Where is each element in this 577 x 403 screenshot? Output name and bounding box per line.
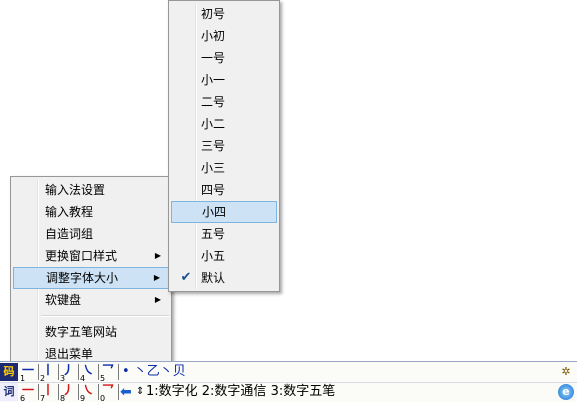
menu-item-ime-settings[interactable]: 输入法设置 bbox=[13, 179, 169, 201]
menu-separator bbox=[41, 315, 169, 317]
menu-item-custom-phrases[interactable]: 自造词组 bbox=[13, 223, 169, 245]
menu-item-label: 三号 bbox=[201, 139, 226, 153]
menu-item-label: 小四 bbox=[202, 205, 227, 219]
ime-stroke-row: 码 一1 丨2 丿3 ㇏ 4 乛5 • 丶乙丶贝 ✲ bbox=[0, 362, 577, 383]
gear-icon[interactable]: ✲ bbox=[558, 364, 574, 380]
stroke-key-2[interactable]: 丨2 bbox=[39, 362, 59, 383]
submenu-arrow-icon: ▶ bbox=[154, 295, 161, 304]
font-size-item-default[interactable]: ✔ 默认 bbox=[171, 267, 277, 289]
menu-item-website[interactable]: 数字五笔网站 bbox=[13, 321, 169, 343]
stroke-key-4[interactable]: ㇏ 4 bbox=[79, 362, 99, 383]
stroke-key-1[interactable]: 一1 bbox=[19, 362, 39, 383]
menu-item-tutorial[interactable]: 输入教程 bbox=[13, 201, 169, 223]
font-size-item[interactable]: 五号 bbox=[171, 223, 277, 245]
menu-item-label: 小三 bbox=[201, 161, 226, 175]
stroke-key-6[interactable]: 一6 bbox=[19, 382, 39, 403]
menu-item-label: 软键盘 bbox=[45, 293, 82, 307]
stroke-sequence-text: • 丶乙丶贝 bbox=[122, 364, 186, 379]
stroke-key-0[interactable]: 乛0 bbox=[99, 382, 119, 403]
font-size-submenu: 初号 小初 一号 小一 二号 小二 三号 小三 四号 小四 五号 小五 ✔ 默认 bbox=[168, 0, 280, 292]
font-size-item[interactable]: 四号 bbox=[171, 179, 277, 201]
menu-item-label: 一号 bbox=[201, 51, 226, 65]
ime-phrase-logo-icon[interactable]: 词 bbox=[0, 383, 18, 401]
font-size-item[interactable]: 一号 bbox=[171, 47, 277, 69]
ime-candidate-bar: 码 一1 丨2 丿3 ㇏ 4 乛5 • 丶乙丶贝 ✲ 词 一6 丨7 丿8 ㇏ 9 … bbox=[0, 361, 577, 403]
candidate-list[interactable]: 1:数字化 2:数字通信 3:数字五笔 bbox=[146, 382, 335, 402]
menu-item-label: 输入法设置 bbox=[45, 183, 106, 197]
stroke-key-3[interactable]: 丿3 bbox=[59, 362, 79, 383]
menu-item-window-style[interactable]: 更换窗口样式 ▶ bbox=[13, 245, 169, 267]
stroke-key-9[interactable]: ㇏ 9 bbox=[79, 382, 99, 403]
stroke-key-7[interactable]: 丨7 bbox=[39, 382, 59, 403]
menu-item-label: 数字五笔网站 bbox=[45, 325, 118, 339]
menu-item-label: 默认 bbox=[201, 271, 226, 285]
font-size-item[interactable]: 小二 bbox=[171, 113, 277, 135]
menu-item-soft-keyboard[interactable]: 软键盘 ▶ bbox=[13, 289, 169, 311]
menu-item-label: 退出菜单 bbox=[45, 347, 94, 361]
font-size-item[interactable]: 三号 bbox=[171, 135, 277, 157]
back-arrow-icon[interactable]: ⬅ bbox=[120, 382, 132, 402]
font-size-item[interactable]: 小三 bbox=[171, 157, 277, 179]
menu-item-label: 小初 bbox=[201, 29, 226, 43]
menu-item-label: 四号 bbox=[201, 183, 226, 197]
ie-globe-icon[interactable]: e bbox=[558, 384, 574, 400]
font-size-item[interactable]: 初号 bbox=[171, 3, 277, 25]
font-size-item[interactable]: 二号 bbox=[171, 91, 277, 113]
submenu-arrow-icon: ▶ bbox=[153, 273, 160, 282]
stroke-key-8[interactable]: 丿8 bbox=[59, 382, 79, 403]
menu-item-font-size[interactable]: 调整字体大小 ▶ bbox=[13, 267, 169, 289]
menu-item-label: 初号 bbox=[201, 7, 226, 21]
ime-logo-icon[interactable]: 码 bbox=[0, 363, 18, 381]
menu-item-label: 二号 bbox=[201, 95, 226, 109]
font-size-item[interactable]: 小一 bbox=[171, 69, 277, 91]
menu-item-label: 调整字体大小 bbox=[46, 271, 119, 285]
stroke-key-5[interactable]: 乛5 bbox=[99, 362, 119, 383]
menu-item-label: 小二 bbox=[201, 117, 226, 131]
submenu-arrow-icon: ▶ bbox=[154, 251, 161, 260]
font-size-item[interactable]: 小五 bbox=[171, 245, 277, 267]
font-size-item-hovered[interactable]: 小四 bbox=[171, 201, 277, 223]
ime-context-menu: 输入法设置 输入教程 自造词组 更换窗口样式 ▶ 调整字体大小 ▶ 软键盘 ▶ 数字五… bbox=[10, 176, 172, 364]
menu-item-label: 小一 bbox=[201, 73, 226, 87]
checkmark-icon: ✔ bbox=[180, 270, 192, 285]
page-updown-icon[interactable]: ⇕ bbox=[136, 382, 144, 402]
font-size-item[interactable]: 小初 bbox=[171, 25, 277, 47]
ime-candidate-row: 词 一6 丨7 丿8 ㇏ 9 乛0 ⬅ ⇕ 1:数字化 2:数字通信 3:数字五笔… bbox=[0, 382, 577, 403]
menu-item-label: 输入教程 bbox=[45, 205, 94, 219]
menu-item-label: 更换窗口样式 bbox=[45, 249, 118, 263]
menu-item-label: 小五 bbox=[201, 249, 226, 263]
menu-item-label: 五号 bbox=[201, 227, 226, 241]
menu-item-label: 自造词组 bbox=[45, 227, 94, 241]
